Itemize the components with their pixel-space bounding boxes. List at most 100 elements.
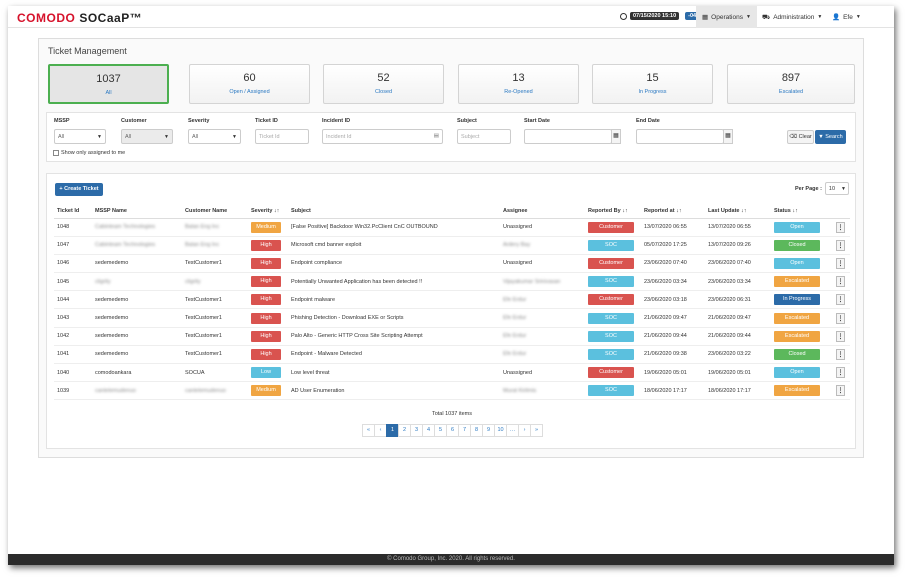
create-ticket-button[interactable]: + Create Ticket: [55, 183, 103, 196]
cell-status-value: Open: [774, 367, 820, 379]
nav-operations[interactable]: ▦ Operations ▼: [696, 6, 757, 28]
table-row[interactable]: 1044 sedemedemo TestCustomer1 High Endpoint …: [54, 290, 850, 310]
more-actions-icon[interactable]: ⋮: [836, 239, 845, 251]
incident-id-input[interactable]: Incident Id ▤: [322, 129, 443, 144]
search-button[interactable]: ▼ Search: [815, 130, 846, 144]
checkbox-box[interactable]: [53, 150, 59, 156]
nav-user[interactable]: 👤 Efe ▼: [826, 6, 867, 28]
card-closed[interactable]: 52 Closed: [323, 64, 444, 104]
cell-mssp: sedemedemo: [92, 308, 182, 328]
cell-ticket-id-value: 1047: [57, 242, 70, 249]
col-assignee[interactable]: Assignee: [500, 205, 585, 219]
plus-icon: +: [59, 186, 63, 192]
nav-administration[interactable]: ⛟ Administration ▼: [756, 6, 828, 28]
card-in-progress[interactable]: 15 In Progress: [592, 64, 713, 104]
col-severity[interactable]: Severity ↓↑: [248, 205, 288, 219]
cell-subject: Endpoint malware: [288, 290, 500, 310]
page-button[interactable]: »: [530, 424, 543, 437]
start-date-input[interactable]: [524, 129, 612, 144]
table-row[interactable]: 1045 cligrity cligrity High Potentially Unwa…: [54, 272, 850, 292]
end-date-input[interactable]: [636, 129, 724, 144]
col-mssp[interactable]: MSSP Name: [92, 205, 182, 219]
cell-last-update: 13/07/2020 06:55: [705, 218, 771, 237]
col-customer[interactable]: Customer Name: [182, 205, 248, 219]
cell-customer-value: cantetemudenuo: [185, 387, 226, 394]
card-all[interactable]: 1037 All: [48, 64, 169, 104]
card-label: All: [105, 90, 112, 96]
subject-input[interactable]: Subject: [457, 129, 511, 144]
table-row[interactable]: 1048 Cabinteam Technologies Balan Eng Inc M…: [54, 218, 850, 237]
table-row[interactable]: 1047 Cabinteam Technologies Balan Eng Inc H…: [54, 236, 850, 255]
more-actions-icon[interactable]: ⋮: [836, 385, 845, 397]
col-status[interactable]: Status ↓↑: [771, 205, 833, 219]
cell-subject: Potentially Unwanted Application has bee…: [288, 272, 500, 292]
table-row[interactable]: 1040 comodoankara SOCUA Low Low level threat…: [54, 363, 850, 383]
customer-select[interactable]: All ▼: [121, 129, 173, 144]
cell-severity-value: High: [251, 257, 281, 269]
more-actions-icon[interactable]: ⋮: [836, 221, 845, 233]
cell-ticket-id-value: 1040: [57, 369, 70, 376]
more-actions-icon[interactable]: ⋮: [836, 294, 845, 306]
cell-assignee-value: Efe Erdur: [503, 351, 527, 358]
per-page-select[interactable]: 10 ▼: [824, 182, 849, 195]
cell-subject-value: Endpoint - Malware Detected: [291, 351, 362, 358]
more-actions-icon[interactable]: ⋮: [836, 312, 845, 324]
col-reported-at[interactable]: Reported at ↓↑: [641, 205, 705, 219]
cell-reported-at: 19/06/2020 05:01: [641, 363, 705, 383]
table-row[interactable]: 1046 sedemedemo TestCustomer1 High Endpoint …: [54, 254, 850, 274]
col-ticket-id[interactable]: Ticket Id: [54, 205, 92, 219]
ticket-id-input[interactable]: Ticket Id: [255, 129, 309, 144]
more-actions-icon[interactable]: ⋮: [836, 348, 845, 360]
card-escalated[interactable]: 897 Escalated: [727, 64, 855, 104]
cell-severity: Medium: [248, 381, 288, 401]
cell-mssp: Cabinteam Technologies: [92, 218, 182, 237]
cell-status-value: Escalated: [774, 330, 820, 342]
cell-actions: ⋮: [833, 290, 850, 310]
cell-reported-by: Customer: [585, 218, 641, 237]
cell-status: Escalated: [771, 327, 833, 346]
cell-reported-at-value: 21/06/2020 09:47: [644, 315, 687, 322]
logo[interactable]: COMODO SOCaaP™: [17, 11, 142, 25]
cell-subject-value: [False Positive] Backdoor Win32.PcClient…: [291, 224, 438, 231]
cell-customer: SOCUA: [182, 363, 248, 383]
cell-reported-by-value: Customer: [588, 257, 634, 269]
col-subject[interactable]: Subject: [288, 205, 500, 219]
clear-button[interactable]: ⌫ Clear: [787, 130, 814, 144]
cell-reported-by: SOC: [585, 381, 641, 401]
table-row[interactable]: 1043 sedemedemo TestCustomer1 High Phishing …: [54, 308, 850, 328]
mssp-value: All: [58, 134, 65, 140]
cell-subject-value: AD User Enumeration: [291, 387, 345, 394]
cell-last-update: 18/06/2020 17:17: [705, 381, 771, 401]
table-row[interactable]: 1039 cantetemudenuo cantetemudenuo Medium AD…: [54, 381, 850, 401]
card-open-assigned[interactable]: 60 Open / Assigned: [189, 64, 310, 104]
cell-last-update-value: 21/06/2020 09:44: [708, 333, 751, 340]
col-reported-by[interactable]: Reported By ↓↑: [585, 205, 641, 219]
more-actions-icon[interactable]: ⋮: [836, 276, 845, 288]
cell-reported-at-value: 23/06/2020 03:18: [644, 296, 687, 303]
cell-assignee: Unassigned: [500, 254, 585, 274]
card-reopened[interactable]: 13 Re-Opened: [458, 64, 579, 104]
cell-reported-at-value: 18/06/2020 17:17: [644, 387, 687, 394]
cell-status-value: Escalated: [774, 385, 820, 397]
cell-customer: cligrity: [182, 272, 248, 292]
cell-last-update: 21/06/2020 09:47: [705, 308, 771, 328]
cell-assignee-value: Vijayakumar Srinivasan: [503, 278, 561, 285]
more-actions-icon[interactable]: ⋮: [836, 367, 845, 379]
cell-mssp-value: Cabinteam Technologies: [95, 224, 156, 231]
table-row[interactable]: 1042 sedemedemo TestCustomer1 High Palo Alto…: [54, 327, 850, 346]
cell-status: Closed: [771, 236, 833, 255]
cell-assignee-value: Unassigned: [503, 224, 533, 231]
mssp-select[interactable]: All ▼: [54, 129, 106, 144]
cell-status-value: Open: [774, 257, 820, 269]
severity-select[interactable]: All ▼: [188, 129, 241, 144]
table-row[interactable]: 1041 sedemedemo TestCustomer1 High Endpoint …: [54, 345, 850, 365]
col-last-update[interactable]: Last Update ↓↑: [705, 205, 771, 219]
product-text: SOCaaP™: [79, 11, 143, 25]
cell-assignee: Unassigned: [500, 218, 585, 237]
calendar-icon[interactable]: ▦: [723, 129, 733, 144]
calendar-icon[interactable]: ▦: [611, 129, 621, 144]
more-actions-icon[interactable]: ⋮: [836, 330, 845, 342]
card-label: In Progress: [638, 89, 667, 95]
more-actions-icon[interactable]: ⋮: [836, 257, 845, 269]
assigned-only-checkbox[interactable]: Show only assigned to me: [53, 150, 125, 156]
